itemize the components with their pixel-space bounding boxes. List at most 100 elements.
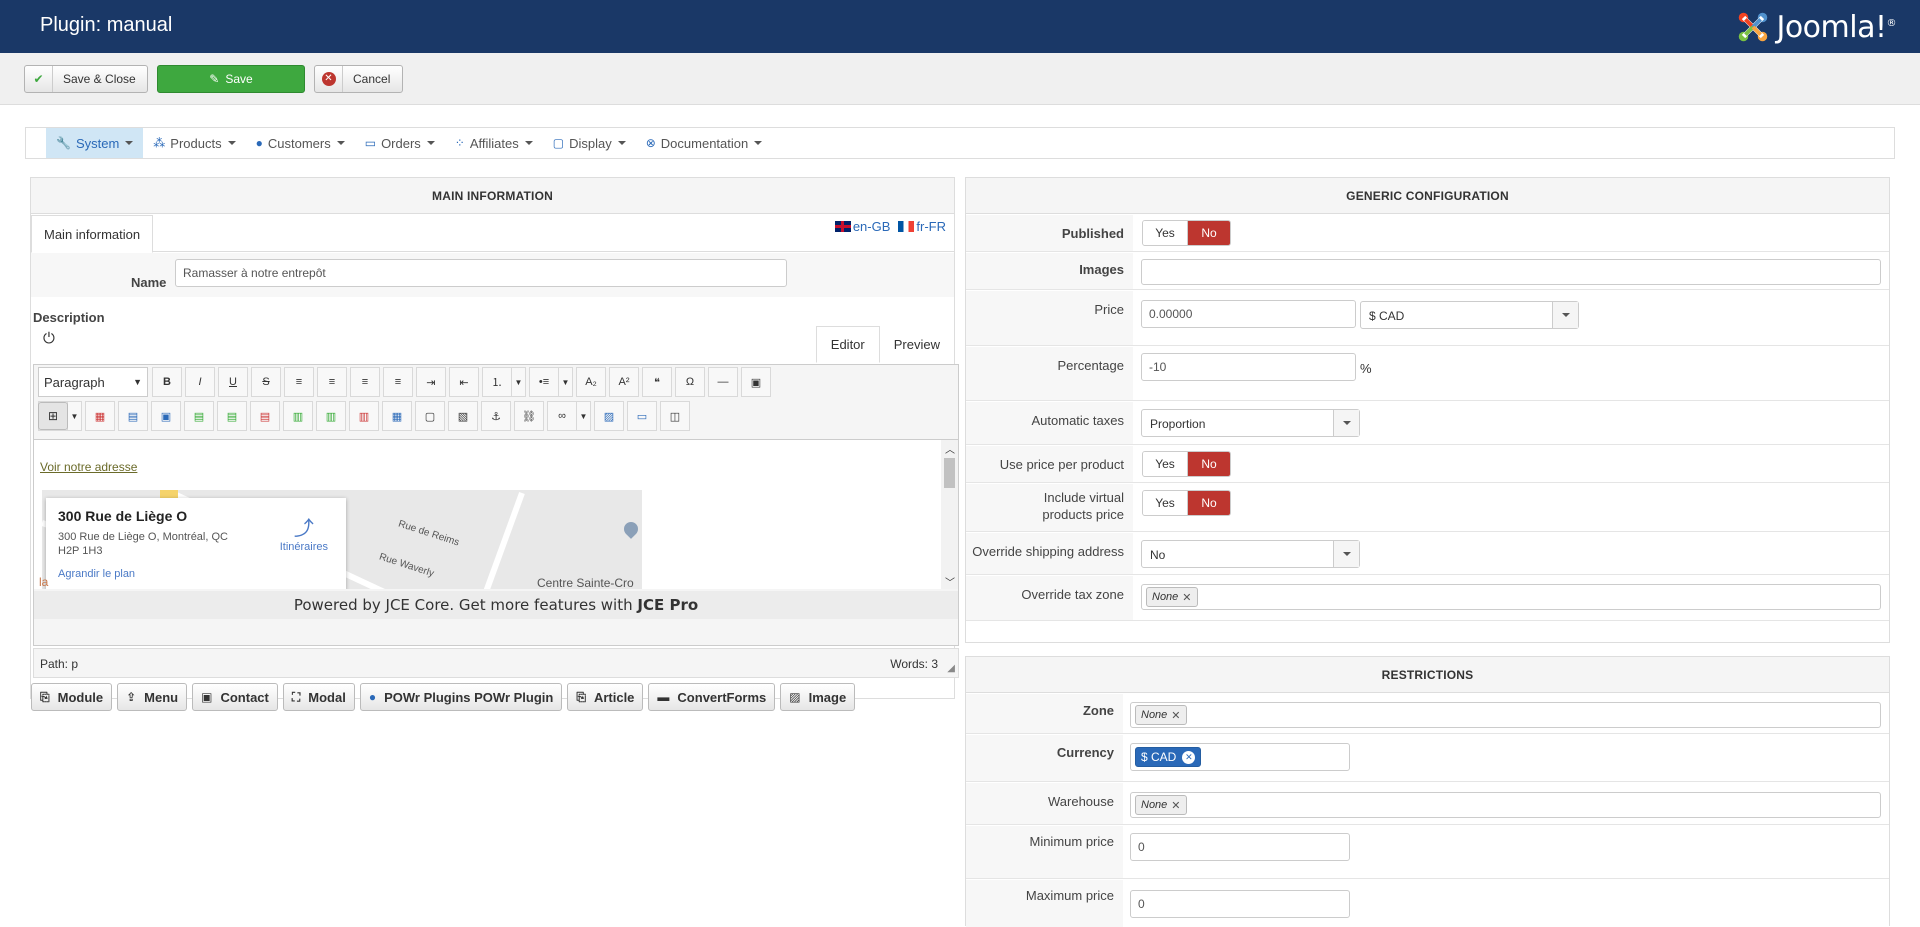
special-char-icon[interactable]: Ω: [675, 367, 705, 397]
tab-editor[interactable]: Editor: [815, 326, 880, 363]
published-yes[interactable]: Yes: [1143, 221, 1188, 245]
modal-button[interactable]: ⛶ Modal: [282, 683, 355, 711]
article-button[interactable]: ⎘ Article: [567, 683, 644, 711]
nav-documentation[interactable]: ⊗ Documentation: [636, 128, 773, 158]
image-icon[interactable]: ▨: [594, 401, 624, 431]
image-button[interactable]: ▨ Image: [780, 683, 856, 711]
published-toggle[interactable]: Yes No: [1142, 220, 1231, 246]
scroll-thumb[interactable]: [944, 458, 955, 488]
cell-props-icon[interactable]: ▣: [151, 401, 181, 431]
blockquote-icon[interactable]: ❝: [642, 367, 672, 397]
align-right-icon[interactable]: ≡: [383, 367, 413, 397]
align-center-icon[interactable]: ≡: [317, 367, 347, 397]
menu-button[interactable]: ⇪ Menu: [117, 683, 188, 711]
align-justify-icon[interactable]: ≡: [284, 367, 314, 397]
insert-row-after-icon[interactable]: ▤: [217, 401, 247, 431]
tab-main-information[interactable]: Main information: [31, 215, 154, 253]
caret-down-icon[interactable]: ▼: [68, 401, 82, 431]
powr-plugins-button[interactable]: ● POWr Plugins POWr Plugin: [359, 683, 563, 711]
include-virtual-yes[interactable]: Yes: [1143, 491, 1188, 515]
save-close-button[interactable]: ✔ Save & Close: [24, 65, 148, 93]
document-icon[interactable]: ▧: [448, 401, 478, 431]
remove-tag-icon[interactable]: ✕: [1171, 799, 1180, 812]
nav-orders[interactable]: ▭ Orders: [355, 128, 445, 158]
nav-system[interactable]: 🔧 System: [46, 128, 144, 158]
bullet-list-icon[interactable]: •≡: [529, 367, 559, 397]
currency-select[interactable]: $ CAD: [1360, 301, 1579, 329]
remove-tag-icon[interactable]: ✕: [1182, 591, 1191, 604]
use-price-no[interactable]: No: [1188, 452, 1230, 476]
caret-down-icon[interactable]: ▼: [559, 367, 573, 397]
currency-input[interactable]: $ CAD ✕: [1130, 743, 1350, 771]
contact-button[interactable]: ▣ Contact: [192, 683, 278, 711]
cancel-button[interactable]: ✕ Cancel: [314, 65, 403, 93]
content-link[interactable]: Voir notre adresse: [40, 460, 137, 474]
joomla-logo[interactable]: Joomla!®: [1734, 8, 1896, 46]
power-toggle-icon[interactable]: ⏻: [43, 330, 55, 347]
subscript-icon[interactable]: A₂: [576, 367, 606, 397]
split-cells-icon[interactable]: ▦: [382, 401, 412, 431]
editor-content-area[interactable]: Voir notre adresse Rue de Reims Rue Wave…: [34, 439, 958, 589]
italic-icon[interactable]: I: [185, 367, 215, 397]
convertforms-button[interactable]: ▬ ConvertForms: [648, 683, 776, 711]
published-no[interactable]: No: [1188, 221, 1230, 245]
merge-cells-icon[interactable]: ▢: [415, 401, 445, 431]
visual-aid-icon[interactable]: ⊞: [38, 402, 68, 430]
strikethrough-icon[interactable]: S: [251, 367, 281, 397]
table-delete-icon[interactable]: ▦: [85, 401, 115, 431]
tab-preview[interactable]: Preview: [880, 326, 954, 363]
use-price-yes[interactable]: Yes: [1143, 452, 1188, 476]
name-input[interactable]: Ramasser à notre entrepôt: [175, 259, 787, 287]
delete-row-icon[interactable]: ▤: [250, 401, 280, 431]
automatic-taxes-select[interactable]: Proportion: [1141, 409, 1360, 437]
remove-tag-icon[interactable]: ✕: [1182, 750, 1196, 764]
link-icon[interactable]: ∞: [547, 401, 577, 431]
maximum-price-input[interactable]: 0: [1130, 890, 1350, 918]
images-input[interactable]: [1141, 259, 1881, 285]
resize-handle-icon[interactable]: ◢: [947, 663, 955, 674]
insert-row-before-icon[interactable]: ▤: [184, 401, 214, 431]
horizontal-layout-icon[interactable]: ▭: [627, 401, 657, 431]
superscript-icon[interactable]: A²: [609, 367, 639, 397]
caret-down-icon[interactable]: ▼: [577, 401, 591, 431]
price-input[interactable]: 0.00000: [1141, 300, 1356, 328]
nav-products[interactable]: ⁂ Products: [143, 128, 245, 158]
use-price-toggle[interactable]: Yes No: [1142, 451, 1231, 477]
remove-tag-icon[interactable]: ✕: [1171, 709, 1180, 722]
include-virtual-toggle[interactable]: Yes No: [1142, 490, 1231, 516]
nav-affiliates[interactable]: ⁘ Affiliates: [445, 128, 543, 158]
lang-fr-link[interactable]: fr-FR: [916, 219, 946, 234]
caret-down-icon[interactable]: ▼: [512, 367, 526, 397]
override-tax-input[interactable]: None ✕: [1141, 584, 1881, 610]
fullscreen-icon[interactable]: ◫: [660, 401, 690, 431]
format-select[interactable]: Paragraph ▼: [38, 367, 148, 397]
row-props-icon[interactable]: ▤: [118, 401, 148, 431]
content-scrollbar[interactable]: ︿ ﹀: [941, 440, 958, 589]
insert-col-after-icon[interactable]: ▥: [316, 401, 346, 431]
save-button[interactable]: ✎ Save: [157, 65, 305, 93]
scroll-up-icon[interactable]: ︿: [945, 441, 955, 456]
map-enlarge-link[interactable]: Agrandir le plan: [58, 568, 334, 580]
lang-en-link[interactable]: en-GB: [853, 219, 891, 234]
readmore-icon[interactable]: ▣: [741, 367, 771, 397]
override-shipping-select[interactable]: No: [1141, 540, 1360, 568]
underline-icon[interactable]: U: [218, 367, 248, 397]
zone-input[interactable]: None ✕: [1130, 702, 1881, 728]
horizontal-rule-icon[interactable]: —: [708, 367, 738, 397]
insert-col-before-icon[interactable]: ▥: [283, 401, 313, 431]
minimum-price-input[interactable]: 0: [1130, 833, 1350, 861]
bold-icon[interactable]: B: [152, 367, 182, 397]
unlink-icon[interactable]: ⛓: [514, 401, 544, 431]
numbered-list-icon[interactable]: ⒈: [482, 367, 512, 397]
module-button[interactable]: ⎘ Module: [31, 683, 113, 711]
nav-customers[interactable]: ● Customers: [246, 128, 355, 158]
nav-display[interactable]: ▢ Display: [543, 128, 636, 158]
include-virtual-no[interactable]: No: [1188, 491, 1230, 515]
warehouse-input[interactable]: None ✕: [1130, 792, 1881, 818]
anchor-icon[interactable]: ⚓: [481, 401, 511, 431]
delete-col-icon[interactable]: ▥: [349, 401, 379, 431]
align-left-icon[interactable]: ≡: [350, 367, 380, 397]
indent-icon[interactable]: ⇥: [416, 367, 446, 397]
map-directions-button[interactable]: ⤴ Itinéraires: [280, 512, 328, 553]
percentage-input[interactable]: -10: [1141, 353, 1356, 381]
